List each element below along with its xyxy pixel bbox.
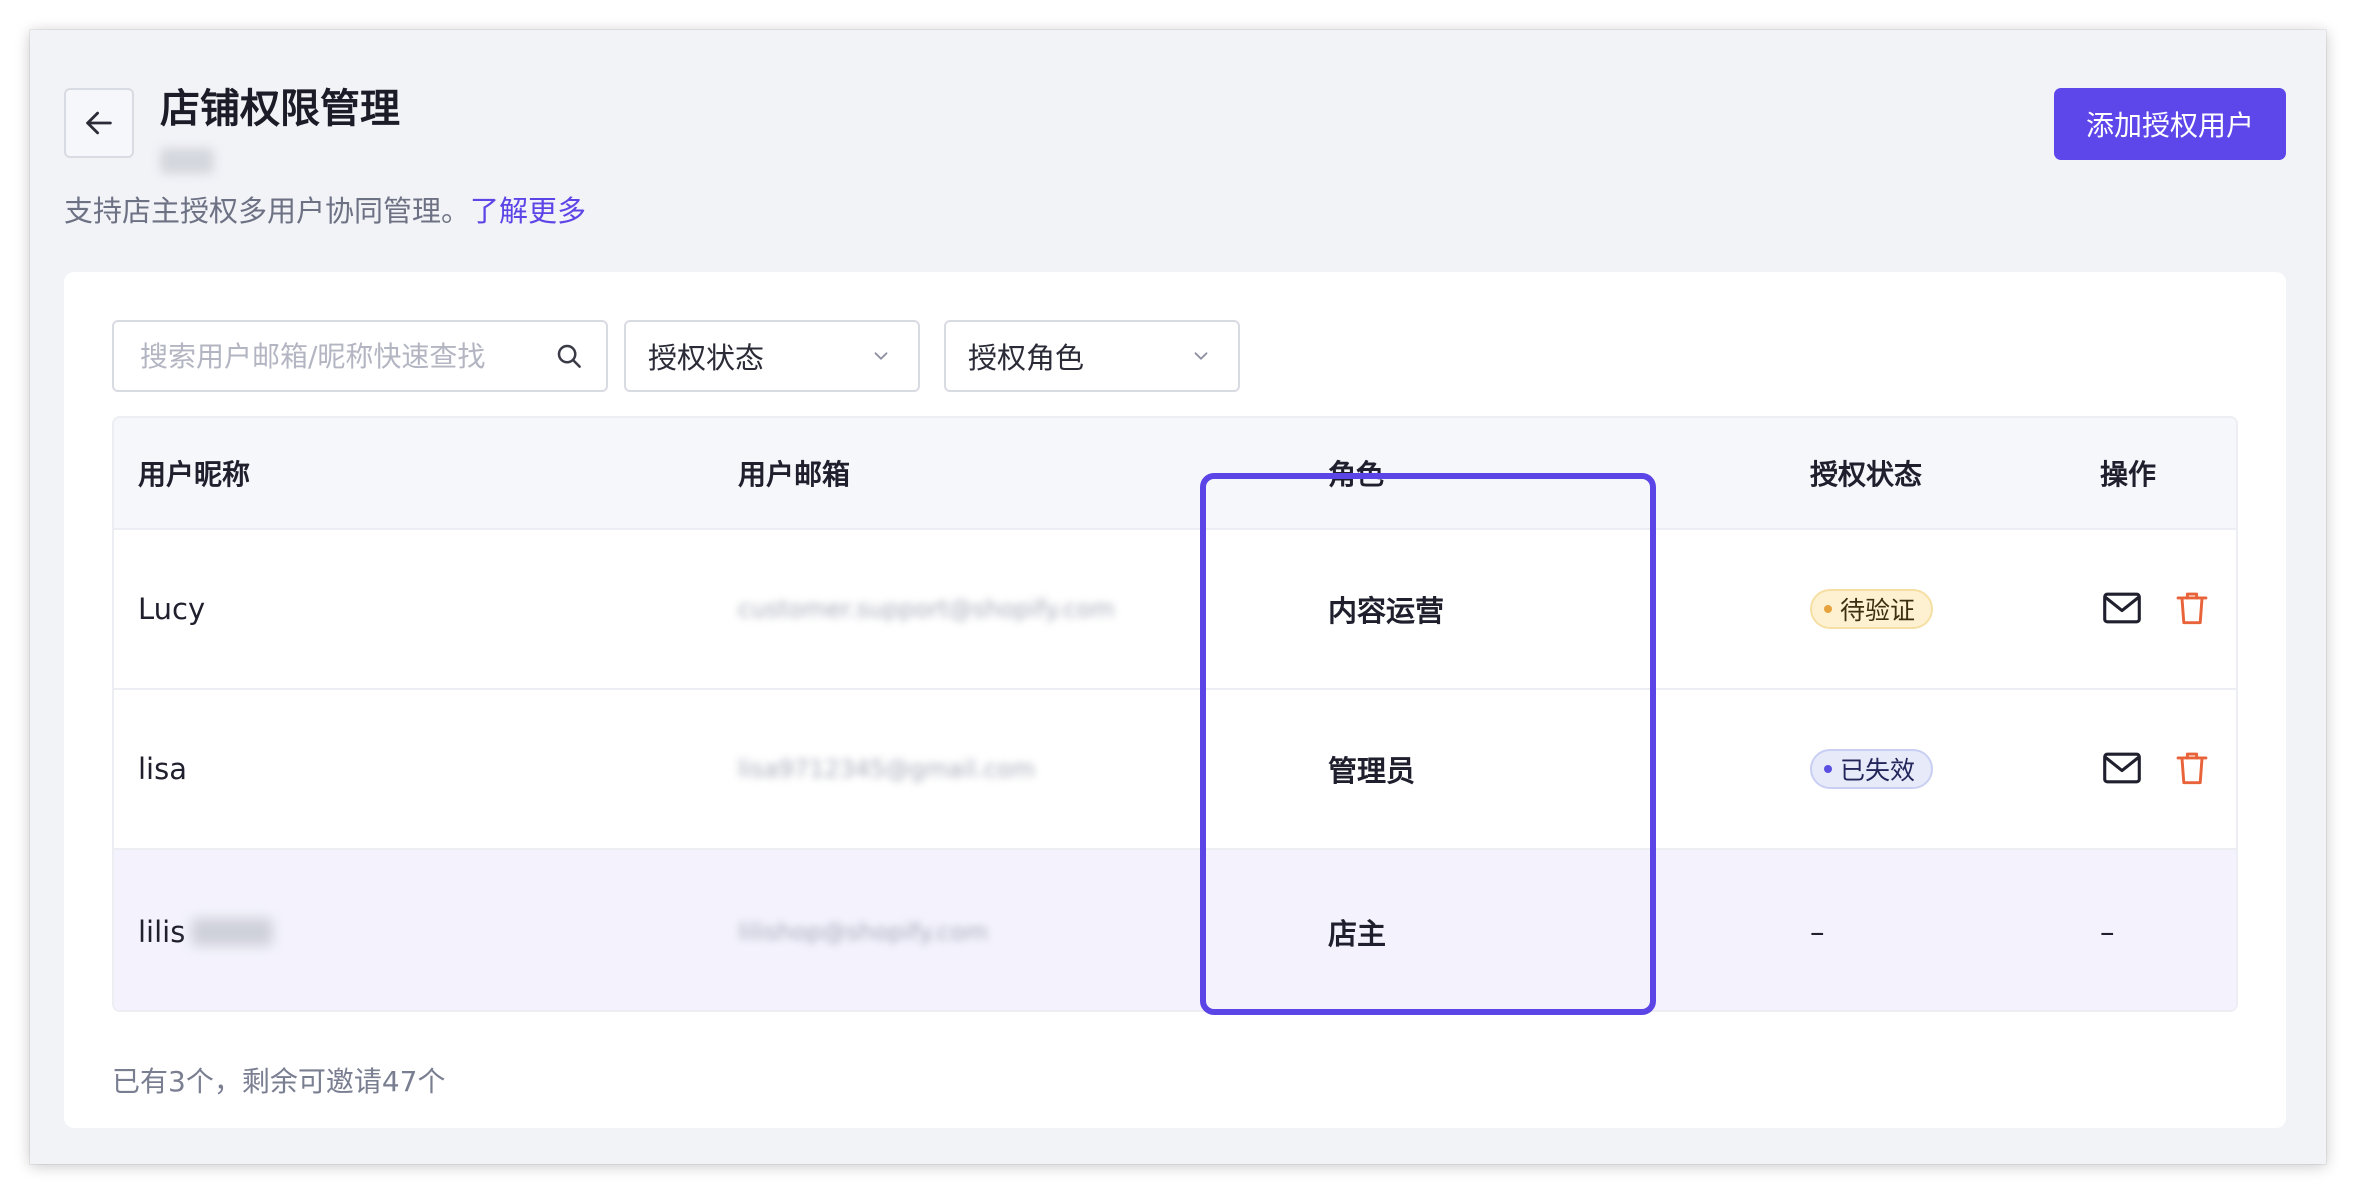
role-filter-value: 授权角色: [968, 341, 1085, 375]
arrow-left-icon: [86, 111, 112, 135]
status-label: 已失效: [1840, 756, 1916, 785]
row-email-redacted: lisa9712345@gmail.com: [738, 755, 1035, 783]
status-badge: 待验证: [1810, 589, 1934, 629]
user-list-card: 授权状态 授权角色 用户昵称 用户邮箱 角色 授权状态 操作 Lucy cust…: [64, 272, 2286, 1128]
row-nickname-text: lilis: [138, 915, 186, 949]
status-badge: 已失效: [1810, 749, 1934, 789]
row-actions-empty: –: [2100, 915, 2115, 949]
search-icon[interactable]: [554, 341, 584, 371]
status-dot: [1824, 765, 1832, 773]
status-filter-select[interactable]: 授权状态: [624, 320, 920, 392]
table-row: lilis lilishop@shopify.com 店主 – –: [114, 850, 2236, 1010]
row-nickname: lilis: [138, 850, 274, 1010]
description-text: 支持店主授权多用户协同管理。: [64, 194, 471, 228]
column-header-actions: 操作: [2100, 458, 2157, 491]
row-status: –: [1810, 915, 1825, 949]
trash-icon[interactable]: [2172, 586, 2212, 630]
row-status: 待验证: [1810, 530, 1934, 688]
status-dot: [1824, 605, 1832, 613]
chevron-down-icon: [874, 352, 888, 360]
column-header-email: 用户邮箱: [738, 458, 851, 491]
back-button[interactable]: [64, 88, 134, 158]
role-column-highlight: [1200, 473, 1656, 1015]
status-label: 待验证: [1840, 596, 1916, 625]
column-header-status: 授权状态: [1810, 458, 1923, 491]
table-row: lisa lisa9712345@gmail.com 管理员 已失效: [114, 690, 2236, 850]
store-name-redacted: [160, 148, 214, 174]
chevron-down-icon: [1194, 352, 1208, 360]
mail-icon[interactable]: [2100, 746, 2144, 790]
row-status: 已失效: [1810, 690, 1934, 848]
nickname-redacted: [191, 918, 274, 946]
learn-more-link[interactable]: 了解更多: [470, 194, 586, 228]
add-authorized-user-button[interactable]: 添加授权用户: [2054, 88, 2286, 160]
mail-icon[interactable]: [2100, 586, 2144, 630]
table-row: Lucy customer.support@shopify.com 内容运营 待…: [114, 530, 2236, 690]
page-description: 支持店主授权多用户协同管理。了解更多: [64, 188, 586, 230]
users-table: 用户昵称 用户邮箱 角色 授权状态 操作 Lucy customer.suppo…: [112, 416, 2238, 1012]
search-input[interactable]: [138, 338, 554, 374]
search-box[interactable]: [112, 320, 608, 392]
row-nickname: lisa: [138, 752, 187, 786]
row-nickname: Lucy: [138, 592, 206, 626]
row-email-redacted: customer.support@shopify.com: [738, 595, 1115, 623]
row-email-redacted: lilishop@shopify.com: [738, 918, 989, 946]
trash-icon[interactable]: [2172, 746, 2212, 790]
status-filter-value: 授权状态: [648, 341, 765, 375]
table-header: 用户昵称 用户邮箱 角色 授权状态 操作: [114, 418, 2236, 530]
app-window: 店铺权限管理 支持店主授权多用户协同管理。了解更多 添加授权用户 授权状态 授权…: [30, 30, 2326, 1164]
page-title: 店铺权限管理: [160, 86, 400, 132]
column-header-nickname: 用户昵称: [138, 458, 251, 491]
user-count-summary: 已有3个，剩余可邀请47个: [112, 1065, 446, 1098]
role-filter-select[interactable]: 授权角色: [944, 320, 1240, 392]
